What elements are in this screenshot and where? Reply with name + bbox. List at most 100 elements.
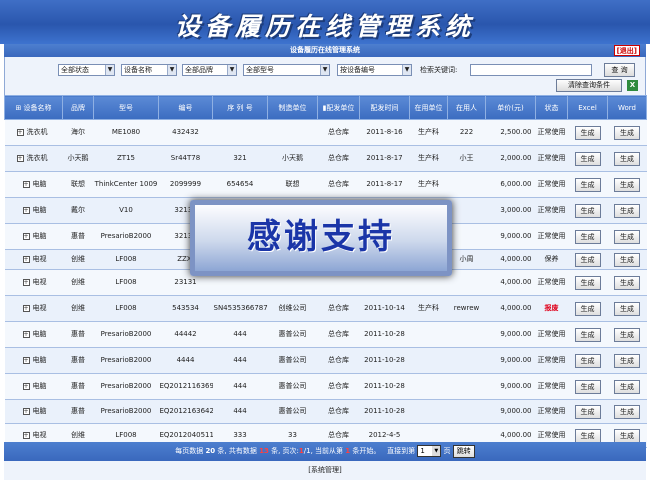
expand-row-icon[interactable]: + <box>22 330 30 338</box>
column-header[interactable]: 在用单位 <box>409 95 448 120</box>
expand-row-icon[interactable]: + <box>22 382 30 390</box>
expand-row-icon[interactable]: + <box>22 232 30 240</box>
expand-row-icon[interactable]: + <box>22 278 30 286</box>
word-cell: 生成 <box>607 197 647 224</box>
generate-excel-button[interactable]: 生成 <box>574 327 601 342</box>
device-name: 洗衣机 <box>26 154 48 162</box>
generate-word-button[interactable]: 生成 <box>614 125 640 140</box>
generate-excel-button[interactable]: 生成 <box>574 177 601 192</box>
generate-excel-button[interactable]: 生成 <box>574 275 601 290</box>
column-header[interactable]: 编号 <box>158 95 213 120</box>
device-name: 电脑 <box>32 407 47 415</box>
code-cell: Sr44T78 <box>158 145 213 172</box>
generate-excel-button[interactable]: 生成 <box>574 203 601 218</box>
generate-excel-button[interactable]: 生成 <box>574 151 601 166</box>
brand-filter-select[interactable]: 全部品牌 ▼ <box>182 64 237 76</box>
expand-row-icon[interactable]: + <box>22 180 30 188</box>
column-header[interactable]: 制造单位 <box>267 95 318 120</box>
expand-row-icon[interactable]: + <box>22 407 30 415</box>
column-header[interactable]: 品牌 <box>62 95 94 120</box>
search-button[interactable]: 查 询 <box>604 63 635 77</box>
total-count: 13 <box>259 447 269 455</box>
start-row: 1 <box>345 447 351 455</box>
user-dept-cell: 生产科 <box>409 119 448 146</box>
clear-filters-button[interactable]: 清除查询条件 <box>556 79 622 92</box>
generate-word-button[interactable]: 生成 <box>614 203 640 218</box>
excel-cell: 生成 <box>567 399 608 424</box>
column-header[interactable]: 单价(元) <box>485 95 536 120</box>
excel-export-icon[interactable]: X <box>627 80 638 91</box>
expand-row-icon[interactable]: + <box>16 128 24 136</box>
generate-word-button[interactable]: 生成 <box>614 177 640 192</box>
generate-word-button[interactable]: 生成 <box>614 151 640 166</box>
user-cell: 小周 <box>447 249 486 270</box>
user-cell: 222 <box>447 119 486 146</box>
word-cell: 生成 <box>607 249 647 270</box>
logout-link[interactable]: [退出] <box>613 45 640 56</box>
generate-excel-button[interactable]: 生成 <box>574 353 601 368</box>
device-name: 电视 <box>32 278 47 286</box>
expand-row-icon[interactable]: + <box>16 154 24 162</box>
generate-word-button[interactable]: 生成 <box>614 252 640 267</box>
column-header[interactable]: 配发时间 <box>359 95 410 120</box>
model-cell: PresarioB2000 <box>93 399 159 424</box>
model-cell: LF008 <box>93 269 159 296</box>
generate-word-button[interactable]: 生成 <box>614 229 640 244</box>
user-cell <box>447 399 486 424</box>
generate-word-button[interactable]: 生成 <box>614 404 640 419</box>
expand-row-icon[interactable]: + <box>22 255 30 263</box>
page-select[interactable]: 1 ▼ <box>417 445 442 457</box>
expand-row-icon[interactable]: + <box>22 206 30 214</box>
keyword-input[interactable] <box>470 64 592 76</box>
serial-cell: 444 <box>212 347 268 374</box>
brand-cell: 惠普 <box>62 373 94 400</box>
date-cell: 2011-10-28 <box>359 347 410 374</box>
jump-button[interactable]: 跳转 <box>452 444 475 458</box>
column-header[interactable]: 型号 <box>93 95 159 120</box>
brand-cell: 创维 <box>62 269 94 296</box>
generate-word-button[interactable]: 生成 <box>614 379 640 394</box>
word-cell: 生成 <box>607 347 647 374</box>
generate-excel-button[interactable]: 生成 <box>574 379 601 394</box>
generate-word-button[interactable]: 生成 <box>614 301 640 316</box>
expand-row-icon[interactable]: + <box>22 431 30 439</box>
column-header[interactable]: Word <box>607 95 647 120</box>
status-cell: 正常使用 <box>535 145 568 172</box>
generate-excel-button[interactable]: 生成 <box>574 301 601 316</box>
device-name: 电脑 <box>32 232 47 240</box>
user-cell <box>447 171 486 198</box>
model-cell: PresarioB2000 <box>93 223 159 250</box>
column-header[interactable]: ⊞ 设备名称 <box>4 95 63 120</box>
generate-excel-button[interactable]: 生成 <box>574 125 601 140</box>
brand-cell: 海尔 <box>62 119 94 146</box>
column-header[interactable]: 序 列 号 <box>212 95 268 120</box>
generate-excel-button[interactable]: 生成 <box>574 229 601 244</box>
brand-cell: 惠普 <box>62 321 94 348</box>
status-filter-select[interactable]: 全部状态 ▼ <box>58 64 115 76</box>
generate-word-button[interactable]: 生成 <box>614 275 640 290</box>
column-header[interactable]: 在用人 <box>447 95 486 120</box>
column-header[interactable]: Excel <box>567 95 608 120</box>
generate-excel-button[interactable]: 生成 <box>574 404 601 419</box>
pager-text: 条, 共有数据 <box>217 447 257 455</box>
status-cell: 正常使用 <box>535 321 568 348</box>
excel-cell: 生成 <box>567 321 608 348</box>
pager-text: 条开始。 <box>352 447 381 455</box>
generate-word-button[interactable]: 生成 <box>614 428 640 443</box>
device-name-cell: + 电脑 <box>4 321 63 348</box>
code-filter-select[interactable]: 按设备编号 ▼ <box>337 64 412 76</box>
generate-excel-button[interactable]: 生成 <box>574 252 601 267</box>
expand-row-icon[interactable]: + <box>22 356 30 364</box>
user-dept-cell <box>409 373 448 400</box>
status-cell: 报废 <box>535 295 568 322</box>
generate-word-button[interactable]: 生成 <box>614 327 640 342</box>
generate-excel-button[interactable]: 生成 <box>574 428 601 443</box>
column-header[interactable]: ▮配发单位 <box>317 95 360 120</box>
maker-cell <box>267 119 318 146</box>
column-header[interactable]: 状态 <box>535 95 568 120</box>
generate-word-button[interactable]: 生成 <box>614 353 640 368</box>
model-filter-select[interactable]: 全部型号 ▼ <box>243 64 330 76</box>
device-name-select[interactable]: 设备名称 ▼ <box>121 64 177 76</box>
system-admin-link[interactable]: [系统管理] <box>308 466 341 474</box>
expand-row-icon[interactable]: + <box>22 304 30 312</box>
